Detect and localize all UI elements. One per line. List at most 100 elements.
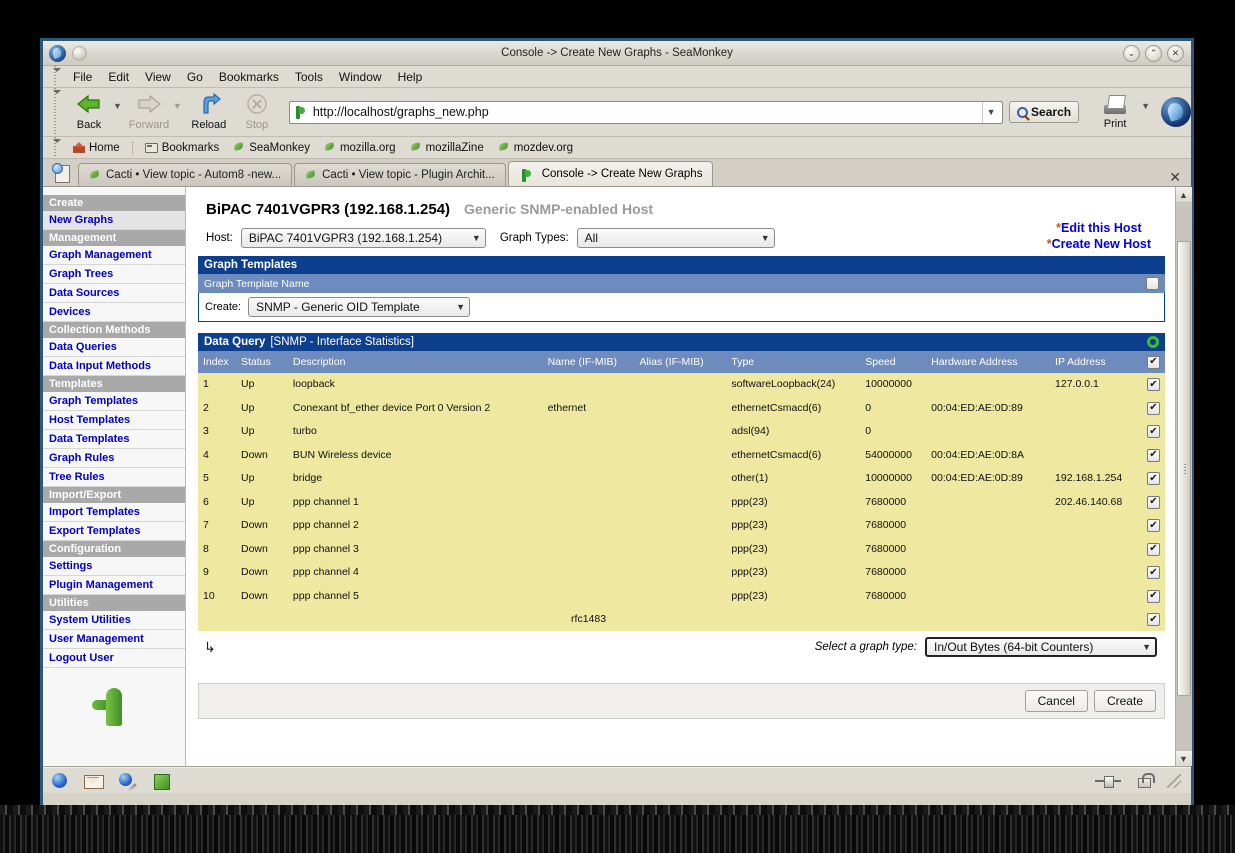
address-book-icon[interactable] [151, 772, 171, 790]
table-row[interactable]: 6 Up ppp channel 1 ppp(23) 7680000 202.4… [198, 490, 1165, 514]
bookmark-seamonkey[interactable]: SeaMonkey [227, 141, 316, 155]
row-checkbox[interactable]: ✔ [1146, 495, 1160, 509]
composer-icon[interactable] [117, 772, 137, 790]
sidebar-item-graph-trees[interactable]: Graph Trees [43, 265, 185, 284]
sidebar-item-data-input-methods[interactable]: Data Input Methods [43, 357, 185, 376]
host-select[interactable]: BiPAC 7401VGPR3 (192.168.1.254) ▼ [240, 228, 486, 248]
create-new-host-link[interactable]: *Create New Host [1047, 237, 1151, 253]
sidebar-item-new-graphs[interactable]: New Graphs [43, 211, 185, 230]
tab-cacti-autom8[interactable]: Cacti • View topic - Autom8 -new... [78, 163, 293, 186]
sidebar-item-import-templates[interactable]: Import Templates [43, 503, 185, 522]
window-menu-icon[interactable] [72, 45, 87, 61]
search-button[interactable]: Search [1009, 101, 1080, 123]
row-checkbox[interactable]: ✔ [1146, 378, 1160, 391]
select-all-rows-checkbox[interactable]: ✔ [1146, 355, 1160, 369]
cancel-button[interactable]: Cancel [1024, 690, 1088, 712]
row-checkbox[interactable]: ✔ [1146, 401, 1160, 415]
navbar-grip[interactable] [51, 88, 61, 136]
sidebar-item-data-queries[interactable]: Data Queries [43, 338, 185, 357]
url-bar[interactable]: http://localhost/graphs_new.php ▼ [288, 100, 1004, 124]
row-checkbox[interactable]: ✔ [1146, 566, 1160, 579]
content-vertical-scrollbar[interactable]: ▲ ▼ [1175, 187, 1192, 766]
table-row[interactable]: 1 Up loopback softwareLoopback(24) 10000… [198, 372, 1165, 396]
data-query-status-icon[interactable] [1147, 336, 1159, 348]
sidebar-item-plugin-management[interactable]: Plugin Management [43, 576, 185, 595]
sidebar-item-graph-templates[interactable]: Graph Templates [43, 392, 185, 411]
menu-help[interactable]: Help [390, 68, 431, 86]
connection-icon[interactable] [1095, 775, 1121, 788]
table-row[interactable]: 10 Down ppp channel 5 ppp(23) 7680000 ✔ [198, 584, 1165, 608]
new-tab-icon[interactable] [51, 162, 73, 184]
reload-button[interactable]: Reload [185, 93, 233, 131]
sidebar-item-host-templates[interactable]: Host Templates [43, 411, 185, 430]
window-resize-grip[interactable] [1167, 773, 1181, 788]
scroll-up-icon[interactable]: ▲ [1175, 187, 1192, 203]
sidebar-item-data-templates[interactable]: Data Templates [43, 430, 185, 449]
tab-console-create-new-graphs[interactable]: Console -> Create New Graphs [507, 161, 714, 186]
bookmark-mozillazine[interactable]: mozillaZine [404, 141, 490, 155]
seamonkey-throbber-icon[interactable] [1161, 97, 1191, 127]
scroll-down-icon[interactable]: ▼ [1175, 750, 1192, 766]
url-text[interactable]: http://localhost/graphs_new.php [313, 105, 982, 119]
close-tab-icon[interactable]: ✕ [1169, 169, 1191, 186]
browser-icon[interactable] [49, 772, 69, 790]
table-row[interactable]: 9 Down ppp channel 4 ppp(23) 7680000 ✔ [198, 560, 1165, 584]
table-row[interactable]: 7 Down ppp channel 2 ppp(23) 7680000 ✔ [198, 513, 1165, 537]
table-row[interactable]: 4 Down BUN Wireless device ethernetCsmac… [198, 443, 1165, 467]
menu-edit[interactable]: Edit [100, 68, 137, 86]
back-button[interactable]: Back [65, 93, 113, 131]
row-checkbox[interactable]: ✔ [1146, 519, 1160, 532]
url-dropdown-icon[interactable]: ▼ [982, 101, 999, 123]
minimize-icon[interactable]: ⌄ [1123, 44, 1140, 62]
sidebar-item-devices[interactable]: Devices [43, 303, 185, 322]
sidebar-item-user-management[interactable]: User Management [43, 630, 185, 649]
bookmarksbar-grip[interactable] [51, 137, 61, 158]
maximize-icon[interactable]: ⌃ [1145, 44, 1162, 62]
sidebar-item-logout-user[interactable]: Logout User [43, 649, 185, 668]
sidebar-item-system-utilities[interactable]: System Utilities [43, 611, 185, 630]
table-row[interactable]: rfc1483 ✔ [198, 607, 1165, 631]
table-row[interactable]: 2 Up Conexant bf_ether device Port 0 Ver… [198, 396, 1165, 420]
graph-template-select[interactable]: SNMP - Generic OID Template ▼ [248, 297, 471, 317]
row-checkbox[interactable]: ✔ [1146, 542, 1160, 556]
graph-types-select[interactable]: All ▼ [576, 228, 775, 248]
create-button[interactable]: Create [1093, 690, 1156, 712]
print-button[interactable]: Print [1089, 94, 1141, 130]
forward-button[interactable]: Forward [125, 93, 173, 131]
select-all-graph-templates-checkbox[interactable] [1146, 277, 1159, 290]
scrollbar-thumb[interactable] [1176, 241, 1191, 696]
menu-go[interactable]: Go [179, 68, 211, 86]
stop-button[interactable]: Stop [233, 93, 281, 131]
sidebar-item-settings[interactable]: Settings [43, 557, 185, 576]
sidebar-item-export-templates[interactable]: Export Templates [43, 522, 185, 541]
mail-icon[interactable] [83, 772, 104, 790]
menu-window[interactable]: Window [331, 68, 390, 86]
sidebar-item-graph-management[interactable]: Graph Management [43, 246, 185, 265]
menu-tools[interactable]: Tools [287, 68, 331, 86]
menu-view[interactable]: View [137, 68, 179, 86]
menu-file[interactable]: File [65, 68, 100, 86]
row-checkbox[interactable]: ✔ [1146, 448, 1160, 462]
table-row[interactable]: 5 Up bridge other(1) 10000000 00:04:ED:A… [198, 466, 1165, 490]
sidebar-item-tree-rules[interactable]: Tree Rules [43, 468, 185, 487]
table-row[interactable]: 3 Up turbo adsl(94) 0 ✔ [198, 419, 1165, 443]
bookmark-mozilla-org[interactable]: mozilla.org [318, 141, 402, 155]
close-icon[interactable]: ✕ [1167, 44, 1184, 62]
table-row[interactable]: 8 Down ppp channel 3 ppp(23) 7680000 ✔ [198, 537, 1165, 561]
bookmark-bookmarks[interactable]: Bookmarks [139, 141, 226, 155]
row-checkbox[interactable]: ✔ [1146, 589, 1160, 603]
sidebar-item-graph-rules[interactable]: Graph Rules [43, 449, 185, 468]
graph-type-select[interactable]: In/Out Bytes (64-bit Counters) ▼ [925, 637, 1157, 657]
tab-cacti-plugin-arch[interactable]: Cacti • View topic - Plugin Archit... [294, 163, 506, 186]
sidebar-item-data-sources[interactable]: Data Sources [43, 284, 185, 303]
scrollbar-track[interactable] [1175, 203, 1192, 750]
edit-this-host-link[interactable]: *Edit this Host [1047, 221, 1151, 237]
row-checkbox[interactable]: ✔ [1146, 472, 1160, 485]
row-checkbox[interactable]: ✔ [1146, 613, 1160, 626]
bookmark-home[interactable]: Home [67, 141, 126, 155]
menu-bookmarks[interactable]: Bookmarks [211, 68, 287, 86]
print-dropdown-icon[interactable]: ▼ [1141, 101, 1150, 111]
row-checkbox[interactable]: ✔ [1146, 425, 1160, 438]
menubar-grip[interactable] [51, 66, 61, 87]
forward-dropdown-icon[interactable]: ▼ [173, 101, 182, 111]
